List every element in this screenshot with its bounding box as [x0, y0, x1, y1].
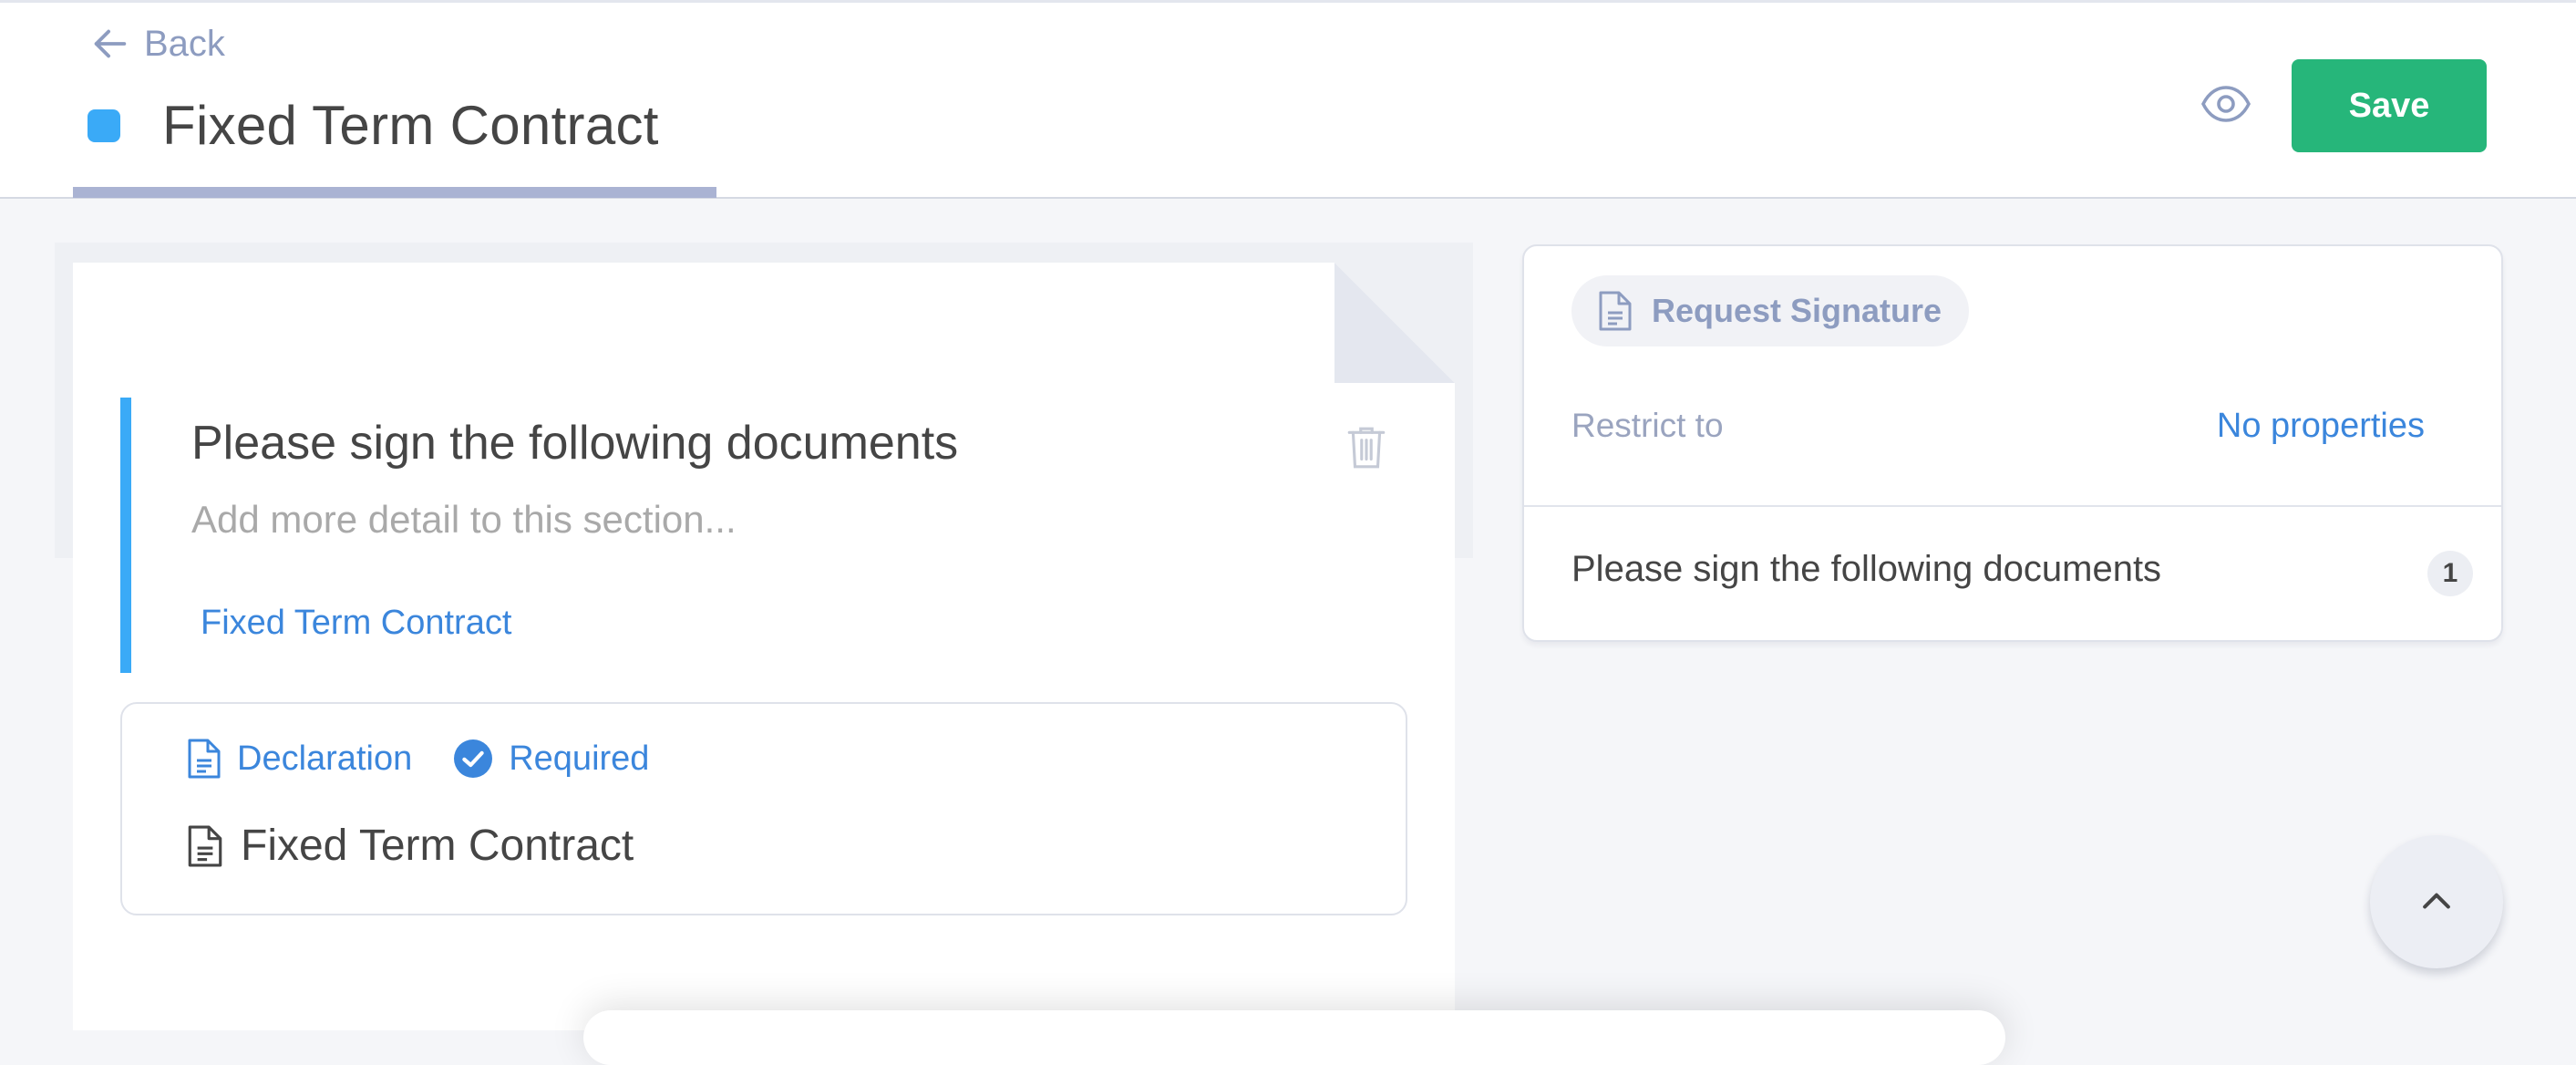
side-panel: Request Signature Restrict to No propert… — [1522, 244, 2503, 642]
document-icon — [188, 825, 222, 866]
declaration-type-label: Declaration — [237, 739, 413, 778]
check-circle-icon — [454, 739, 493, 778]
required-tag: Required — [454, 739, 649, 779]
title-color-dot — [88, 109, 120, 142]
arrow-left-icon — [94, 29, 127, 58]
declaration-card[interactable]: Declaration Required Fixed Term Contract — [120, 702, 1407, 915]
page-fold-corner — [1334, 263, 1455, 383]
eye-icon[interactable] — [2200, 83, 2251, 125]
trash-icon[interactable] — [1347, 425, 1386, 470]
request-signature-pill[interactable]: Request Signature — [1571, 275, 1970, 346]
declaration-file-name: Fixed Term Contract — [241, 822, 634, 870]
request-signature-label: Request Signature — [1652, 292, 1942, 329]
signature-section[interactable]: Please sign the following documents Add … — [120, 398, 1411, 673]
title-underline — [73, 187, 716, 198]
document-icon — [1599, 291, 1632, 331]
chevron-up-icon — [2423, 893, 2450, 909]
page-header: Back Fixed Term Contract Save — [0, 0, 2576, 199]
divider — [1524, 505, 2501, 507]
declaration-tags: Declaration Required — [188, 739, 691, 779]
section-document-link[interactable]: Fixed Term Contract — [201, 604, 511, 643]
page-title[interactable]: Fixed Term Contract — [162, 94, 659, 157]
back-label: Back — [144, 23, 225, 64]
section-list-item[interactable]: Please sign the following documents — [1571, 549, 2161, 590]
title-wrap: Fixed Term Contract — [88, 94, 659, 157]
section-count-badge: 1 — [2427, 551, 2473, 596]
section-detail-input[interactable]: Add more detail to this section... — [191, 498, 737, 542]
section-title[interactable]: Please sign the following documents — [191, 416, 958, 470]
back-link[interactable]: Back — [89, 23, 225, 65]
restrict-label: Restrict to — [1571, 407, 1724, 444]
declaration-type-tag: Declaration — [188, 739, 412, 779]
restrict-properties-link[interactable]: No properties — [2217, 407, 2425, 446]
bottom-sheet-edge — [583, 1010, 2005, 1065]
scroll-to-top-button[interactable] — [2370, 835, 2503, 968]
required-label: Required — [509, 739, 650, 778]
document-icon — [188, 739, 221, 779]
save-button[interactable]: Save — [2292, 59, 2487, 152]
declaration-file[interactable]: Fixed Term Contract — [188, 821, 634, 871]
